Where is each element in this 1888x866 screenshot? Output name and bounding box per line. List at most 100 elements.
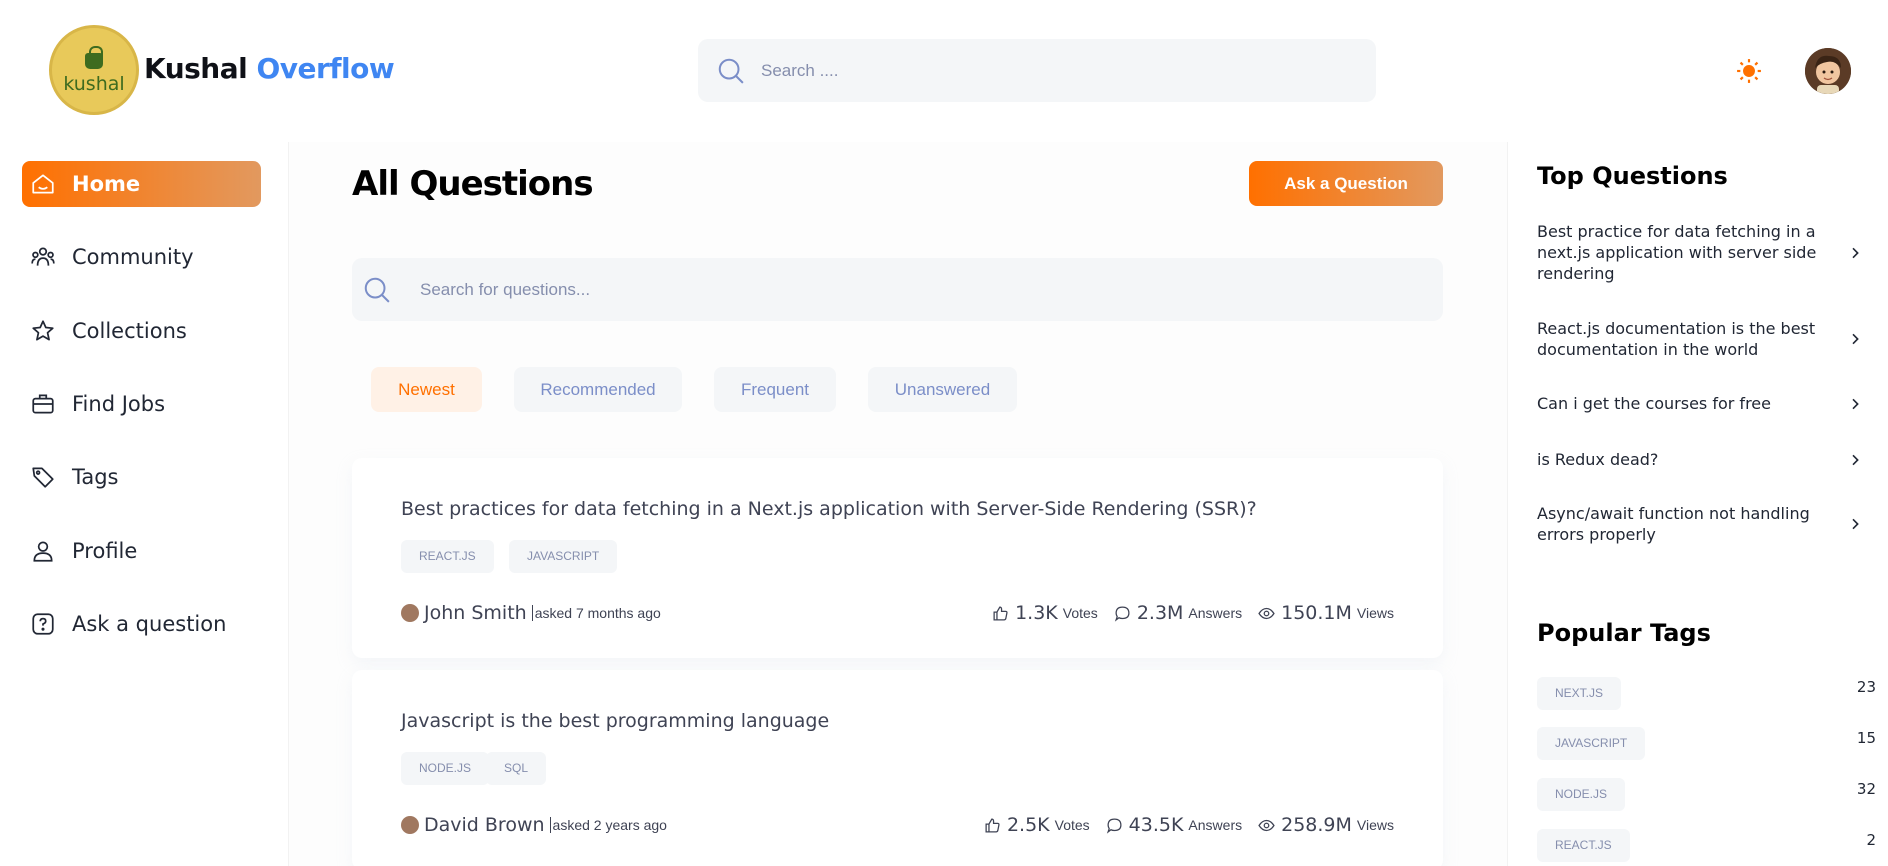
views-metric: 150.1M Views <box>1258 602 1394 624</box>
top-question-item[interactable]: Best practice for data fetching in a nex… <box>1537 221 1863 284</box>
sidebar-item-label: Find Jobs <box>72 392 166 416</box>
chevron-right-icon <box>1852 247 1859 258</box>
filter-recommended[interactable]: Recommended <box>514 367 682 412</box>
chevron-right-icon <box>1852 454 1859 465</box>
views-value: 258.9M <box>1281 814 1352 836</box>
question-tag[interactable]: JAVASCRIPT <box>509 540 618 573</box>
page-title: All Questions <box>352 164 594 204</box>
global-search-bar <box>698 39 1376 102</box>
answers-label: Answers <box>1188 605 1243 621</box>
top-question-item[interactable]: React.js documentation is the best docum… <box>1537 318 1863 360</box>
star-icon <box>32 320 54 341</box>
question-card: Javascript is the best programming langu… <box>352 670 1443 866</box>
main-content: All Questions Ask a Question Newest Reco… <box>289 142 1507 866</box>
search-icon <box>718 58 744 84</box>
author-avatar <box>401 604 419 622</box>
answers-value: 2.3M <box>1136 602 1184 624</box>
votes-label: Votes <box>1062 605 1098 621</box>
user-avatar[interactable] <box>1805 48 1851 94</box>
tag-icon <box>32 467 54 488</box>
question-author[interactable]: David Brown asked 2 years ago <box>401 814 667 836</box>
eye-icon <box>1258 819 1275 831</box>
author-avatar <box>401 816 419 834</box>
views-value: 150.1M <box>1281 602 1352 624</box>
top-question-text: React.js documentation is the best docum… <box>1537 319 1816 359</box>
top-question-item[interactable]: Can i get the courses for free <box>1537 393 1863 414</box>
sidebar-item-label: Tags <box>72 465 119 489</box>
popular-tag[interactable]: REACT.JS <box>1537 829 1630 862</box>
answers-label: Answers <box>1188 817 1243 833</box>
votes-metric: 1.3K Votes <box>992 602 1098 624</box>
question-icon <box>32 613 54 635</box>
tag-count: 32 <box>1856 780 1876 798</box>
chevron-right-icon <box>1852 333 1859 345</box>
answers-metric: 43.5K Answers <box>1106 814 1242 836</box>
popular-tag[interactable]: JAVASCRIPT <box>1537 727 1646 760</box>
answers-metric: 2.3M Answers <box>1114 602 1242 624</box>
briefcase-icon <box>32 394 54 414</box>
top-question-item[interactable]: Async/await function not handling errors… <box>1537 503 1863 545</box>
sidebar-item-label: Community <box>72 245 194 269</box>
global-search-input[interactable] <box>761 60 1321 81</box>
logo-text: kushal <box>63 73 125 95</box>
top-question-text: Can i get the courses for free <box>1537 394 1771 413</box>
users-icon <box>31 247 55 266</box>
thumbs-up-icon <box>993 605 1008 621</box>
avatar-illustration <box>1805 48 1851 94</box>
sidebar-item-collections[interactable]: Collections <box>22 308 261 354</box>
filter-frequent[interactable]: Frequent <box>714 367 836 412</box>
brand-name[interactable]: Kushal Overflow <box>144 52 395 85</box>
top-question-item[interactable]: is Redux dead? <box>1537 449 1863 470</box>
left-sidebar: Home Community Collections Find Jobs Tag… <box>0 142 289 866</box>
brand-logo[interactable]: kushal <box>49 25 139 115</box>
question-author[interactable]: John Smith asked 7 months ago <box>401 602 661 624</box>
sidebar-item-home[interactable]: Home <box>22 161 261 207</box>
message-icon <box>1114 605 1130 622</box>
sidebar-item-profile[interactable]: Profile <box>22 528 261 574</box>
tag-count: 2 <box>1866 831 1876 849</box>
question-tag[interactable]: REACT.JS <box>401 540 494 573</box>
views-label: Views <box>1356 817 1394 833</box>
navbar: kushal Kushal Overflow <box>0 0 1888 142</box>
question-title[interactable]: Best practices for data fetching in a Ne… <box>401 498 1257 520</box>
popular-tags-title: Popular Tags <box>1537 619 1711 647</box>
chevron-right-icon <box>1852 398 1859 409</box>
asked-time: asked 2 years ago <box>549 817 667 833</box>
top-question-text: Async/await function not handling errors… <box>1537 504 1810 544</box>
search-icon <box>364 277 390 303</box>
sidebar-item-tags[interactable]: Tags <box>22 454 261 500</box>
votes-value: 1.3K <box>1015 602 1058 624</box>
popular-tag[interactable]: NODE.JS <box>1537 778 1626 811</box>
sidebar-item-ask-question[interactable]: Ask a question <box>22 601 261 647</box>
votes-label: Votes <box>1054 817 1090 833</box>
top-question-text: is Redux dead? <box>1537 450 1659 469</box>
filter-unanswered[interactable]: Unanswered <box>868 367 1017 412</box>
ask-question-button[interactable]: Ask a Question <box>1249 161 1443 206</box>
home-icon <box>32 174 54 194</box>
thumbs-up-icon <box>985 817 1000 833</box>
asked-time: asked 7 months ago <box>531 605 661 621</box>
sun-icon[interactable] <box>1736 58 1762 84</box>
filter-newest[interactable]: Newest <box>371 367 482 412</box>
votes-metric: 2.5K Votes <box>984 814 1090 836</box>
question-search-bar <box>352 258 1443 321</box>
author-name: David Brown <box>424 814 545 836</box>
brand-name-part2: Overflow <box>256 52 395 85</box>
author-name: John Smith <box>424 602 527 624</box>
sidebar-item-label: Ask a question <box>72 612 227 636</box>
brand-name-part1: Kushal <box>144 52 248 85</box>
question-tag[interactable]: SQL <box>486 752 547 785</box>
question-metrics: 1.3K Votes 2.3M Answers 150.1M Views <box>976 602 1394 624</box>
chevron-right-icon <box>1852 518 1859 530</box>
sidebar-item-label: Profile <box>72 539 138 563</box>
message-icon <box>1106 817 1122 834</box>
sidebar-item-find-jobs[interactable]: Find Jobs <box>22 381 261 427</box>
question-title[interactable]: Javascript is the best programming langu… <box>401 710 829 732</box>
popular-tag[interactable]: NEXT.JS <box>1537 677 1622 710</box>
question-tag[interactable]: NODE.JS <box>401 752 490 785</box>
sidebar-item-community[interactable]: Community <box>22 234 261 280</box>
sidebar-item-label: Collections <box>72 319 187 343</box>
question-search-input[interactable] <box>420 279 1380 300</box>
user-icon <box>33 541 53 562</box>
views-metric: 258.9M Views <box>1258 814 1394 836</box>
